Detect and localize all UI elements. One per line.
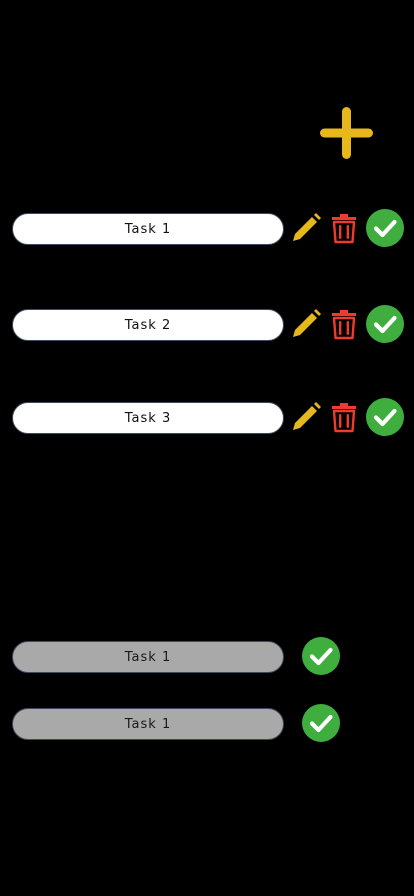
pencil-icon	[293, 213, 321, 241]
delete-task-button[interactable]	[330, 212, 358, 244]
edit-task-button[interactable]	[290, 212, 322, 244]
check-circle-icon	[302, 637, 340, 675]
task-row: Task 2	[12, 305, 408, 345]
pencil-icon	[293, 402, 321, 430]
delete-task-button[interactable]	[330, 308, 358, 340]
completed-task-row: Task 1	[12, 637, 408, 677]
check-circle-icon	[366, 305, 404, 343]
pencil-icon	[293, 309, 321, 337]
task-label[interactable]: Task 1	[12, 213, 284, 245]
trash-icon	[332, 310, 356, 340]
task-label[interactable]: Task 2	[12, 309, 284, 341]
edit-task-button[interactable]	[290, 401, 322, 433]
completed-task-label[interactable]: Task 1	[12, 708, 284, 740]
trash-icon	[332, 403, 356, 433]
plus-icon	[320, 107, 373, 159]
complete-task-button[interactable]	[366, 398, 404, 436]
trash-icon	[332, 214, 356, 244]
completed-task-label[interactable]: Task 1	[12, 641, 284, 673]
complete-task-button[interactable]	[366, 209, 404, 247]
completed-task-check[interactable]	[302, 637, 340, 675]
task-row: Task 3	[12, 398, 408, 438]
check-circle-icon	[366, 398, 404, 436]
completed-task-check[interactable]	[302, 704, 340, 742]
task-label[interactable]: Task 3	[12, 402, 284, 434]
add-task-button[interactable]	[320, 107, 373, 159]
task-row: Task 1	[12, 209, 408, 249]
complete-task-button[interactable]	[366, 305, 404, 343]
delete-task-button[interactable]	[330, 401, 358, 433]
edit-task-button[interactable]	[290, 308, 322, 340]
check-circle-icon	[302, 704, 340, 742]
check-circle-icon	[366, 209, 404, 247]
completed-task-row: Task 1	[12, 704, 408, 744]
